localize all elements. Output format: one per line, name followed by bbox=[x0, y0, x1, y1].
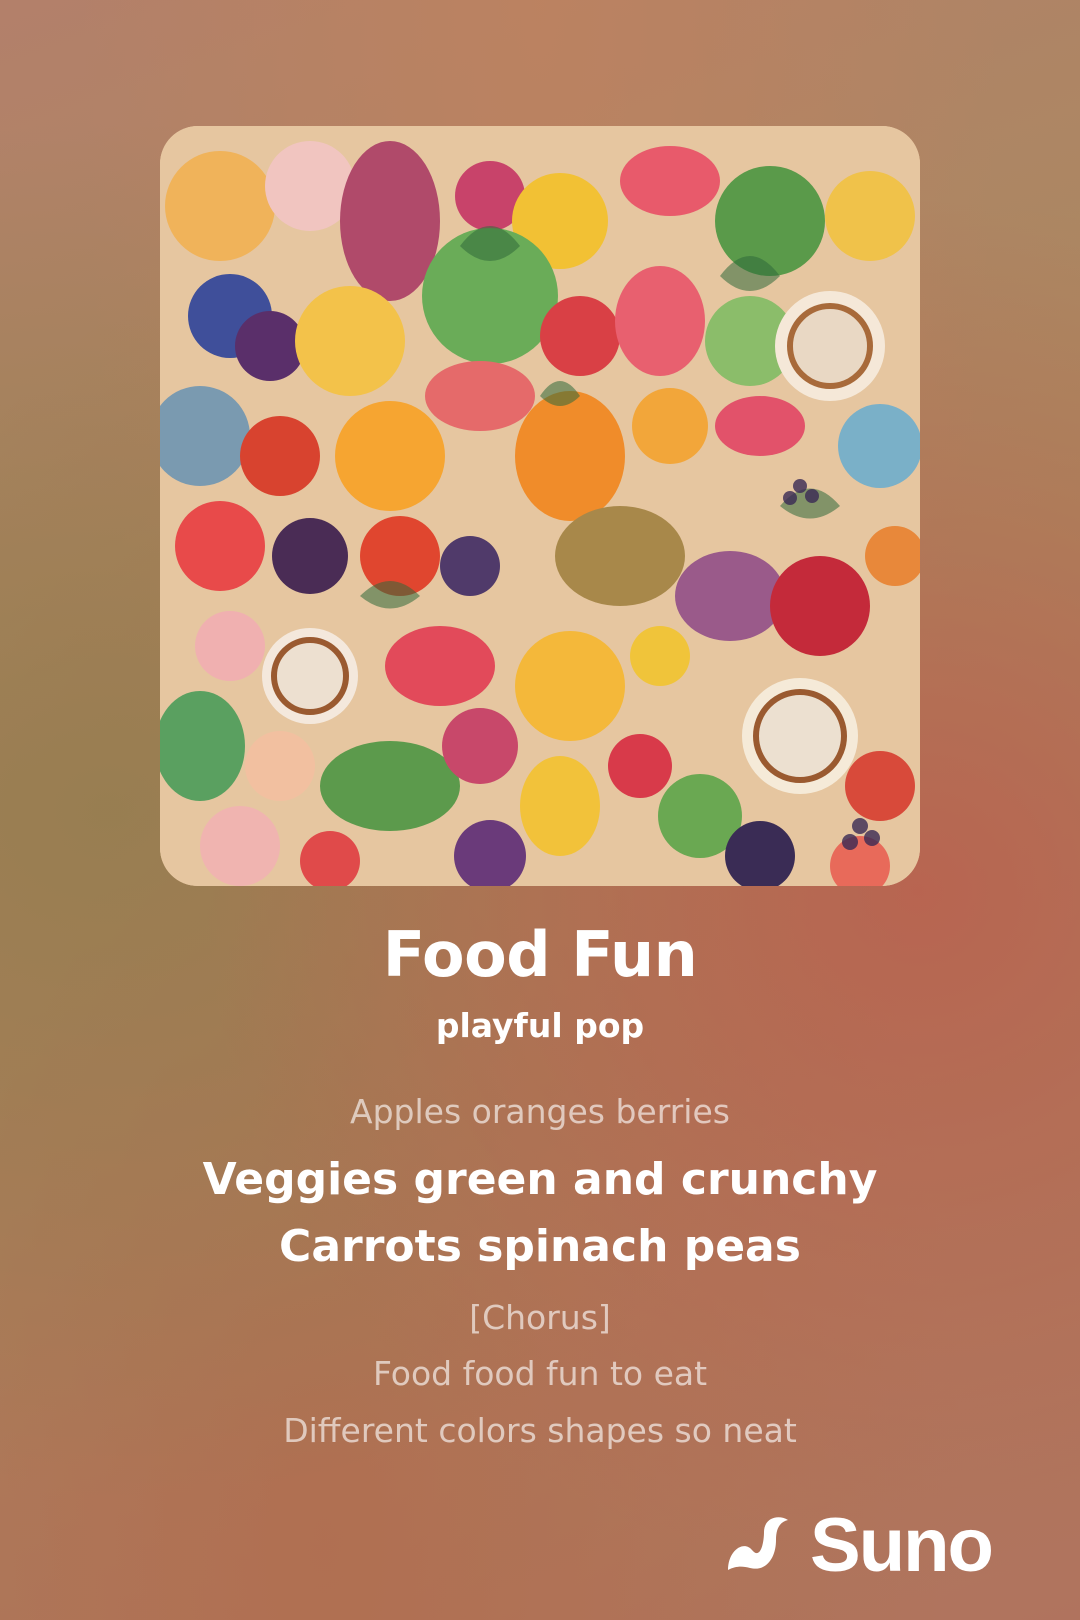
lyric-section-tag: [Chorus] bbox=[469, 1298, 611, 1337]
lyric-line-active: Carrots spinach peas bbox=[279, 1221, 801, 1272]
suno-logo: Suno bbox=[722, 1503, 994, 1588]
suno-wave-icon bbox=[728, 1517, 788, 1570]
lyric-line: Food food fun to eat bbox=[372, 1354, 708, 1393]
song-title: Food Fun bbox=[382, 918, 698, 991]
cover-artwork bbox=[160, 126, 920, 886]
lyric-line: Different colors shapes so neat bbox=[283, 1411, 797, 1450]
fruit-illustration bbox=[160, 126, 920, 886]
song-style: playful pop bbox=[435, 1006, 645, 1045]
brand-name: Suno bbox=[810, 1502, 994, 1588]
lyric-line-active: Veggies green and crunchy bbox=[202, 1154, 878, 1205]
lyric-line: Apples oranges berries bbox=[350, 1092, 730, 1131]
